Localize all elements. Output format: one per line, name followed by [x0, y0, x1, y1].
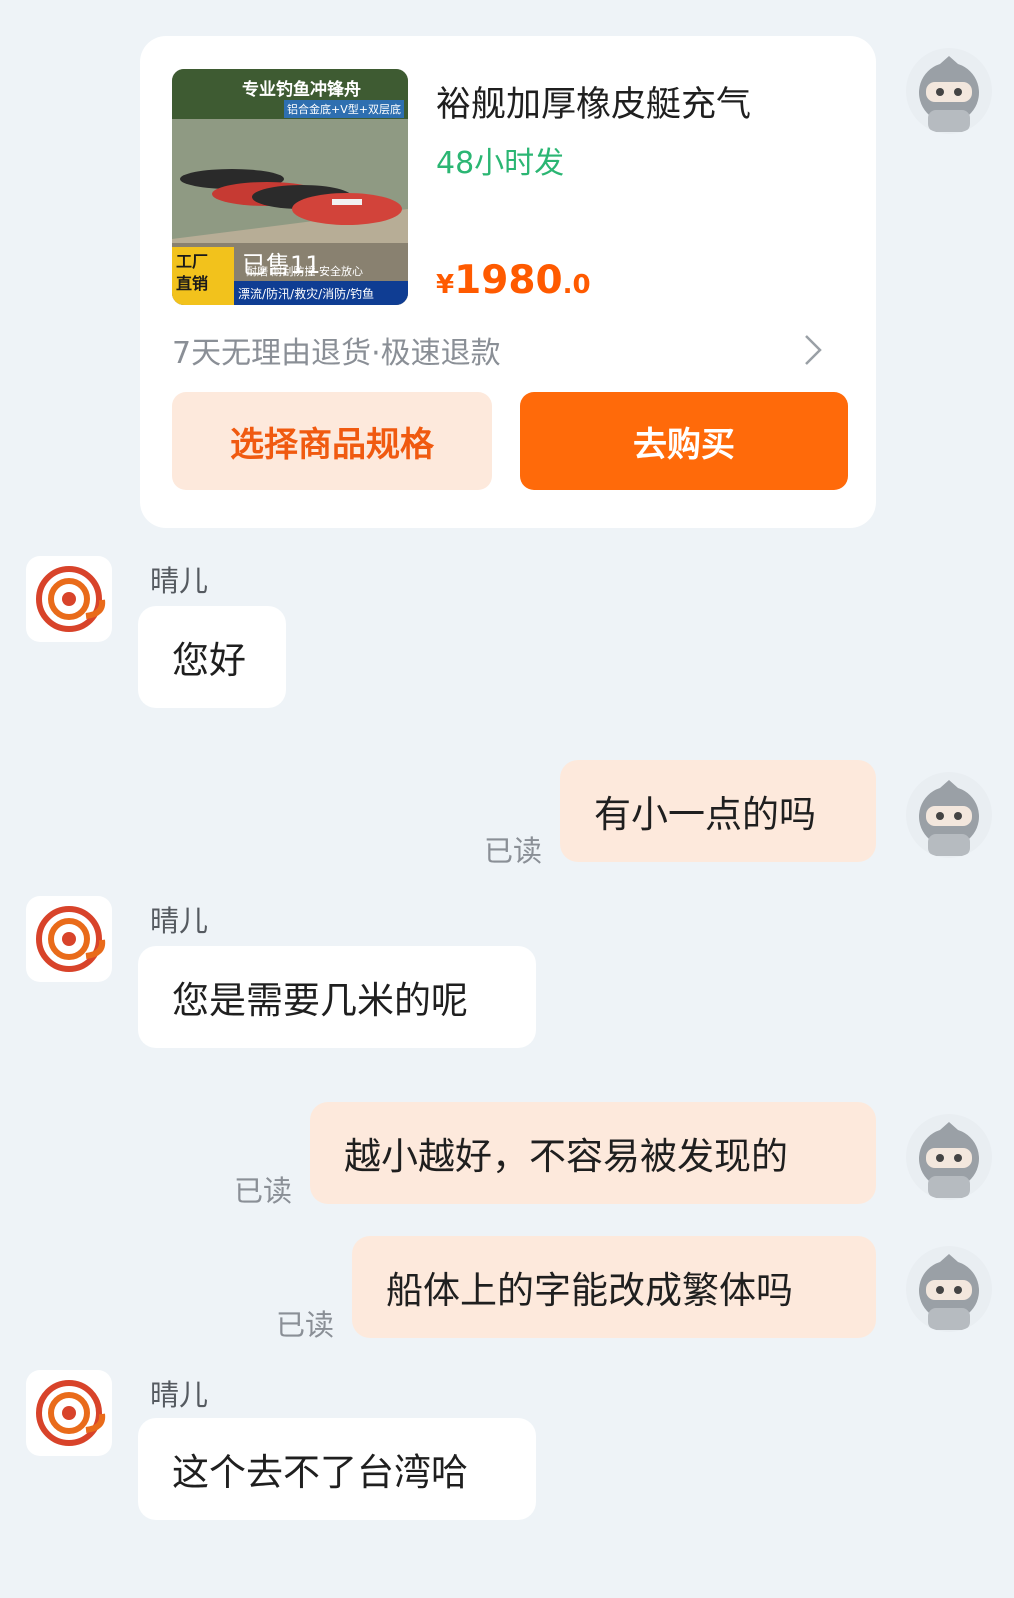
seller-avatar[interactable]	[26, 1370, 112, 1456]
seller-avatar[interactable]	[26, 896, 112, 982]
message-bubble-in[interactable]: 您好	[138, 606, 286, 708]
image-headline: 专业钓鱼冲锋舟	[242, 80, 361, 100]
seller-name: 晴儿	[150, 904, 209, 938]
message-bubble-in[interactable]: 这个去不了台湾哈	[138, 1418, 536, 1520]
product-title[interactable]: 裕舰加厚橡皮艇充气	[436, 76, 836, 127]
spiral-logo-icon	[36, 566, 106, 632]
product-image[interactable]: 专业钓鱼冲锋舟 铝合金底+V型+双层底 工厂 直销 已售11 耐磨 耐刮防撞 安…	[172, 69, 408, 305]
image-tags-bottom: 漂流/防汛/救灾/消防/钓鱼	[238, 287, 375, 301]
seller-name: 晴儿	[150, 1378, 209, 1412]
guarantee-text[interactable]: 7天无理由退货·极速退款	[172, 328, 501, 372]
product-price: ¥1980.0	[436, 258, 591, 303]
message-bubble-out[interactable]: 船体上的字能改成繁体吗	[352, 1236, 876, 1338]
chevron-right-icon[interactable]	[800, 332, 826, 368]
read-status: 已读	[276, 1308, 335, 1342]
ninja-icon	[906, 1246, 992, 1332]
buy-button[interactable]: 去购买	[520, 392, 848, 490]
price-integer: 1980	[454, 258, 563, 303]
image-tags-top: 耐磨 耐刮防撞 安全放心	[246, 265, 363, 278]
ninja-icon	[906, 48, 992, 134]
read-status: 已读	[484, 834, 543, 868]
image-subline: 铝合金底+V型+双层底	[284, 100, 404, 118]
ninja-icon	[906, 772, 992, 858]
spiral-logo-icon	[36, 1380, 106, 1446]
read-status: 已读	[234, 1174, 293, 1208]
user-avatar[interactable]	[906, 48, 992, 134]
user-avatar[interactable]	[906, 1114, 992, 1200]
seller-name: 晴儿	[150, 564, 209, 598]
product-card[interactable]: 专业钓鱼冲锋舟 铝合金底+V型+双层底 工厂 直销 已售11 耐磨 耐刮防撞 安…	[140, 36, 876, 528]
spiral-logo-icon	[36, 906, 106, 972]
message-bubble-in[interactable]: 您是需要几米的呢	[138, 946, 536, 1048]
seller-avatar[interactable]	[26, 556, 112, 642]
price-decimal: .0	[562, 270, 591, 300]
user-avatar[interactable]	[906, 772, 992, 858]
user-avatar[interactable]	[906, 1246, 992, 1332]
shipping-info: 48小时发	[436, 146, 565, 181]
price-currency: ¥	[436, 270, 455, 300]
select-spec-button[interactable]: 选择商品规格	[172, 392, 492, 490]
message-bubble-out[interactable]: 有小一点的吗	[560, 760, 876, 862]
message-bubble-out[interactable]: 越小越好，不容易被发现的	[310, 1102, 876, 1204]
image-badge: 工厂 直销	[176, 252, 209, 293]
ninja-icon	[906, 1114, 992, 1200]
